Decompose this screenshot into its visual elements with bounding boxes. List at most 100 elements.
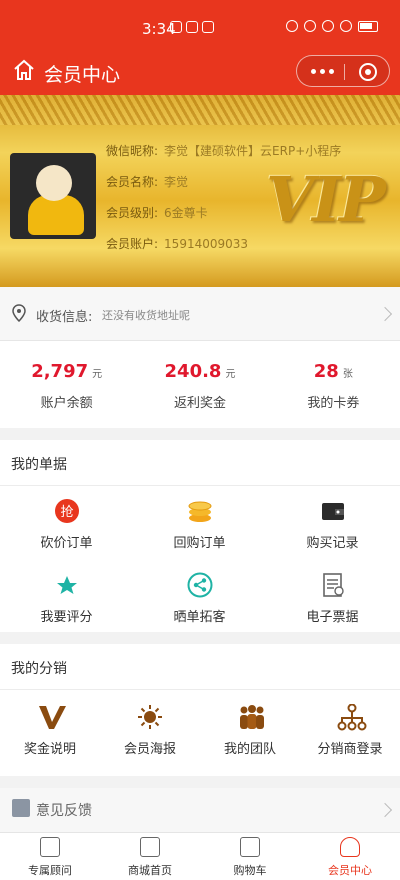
- section-title: 我的分销: [11, 661, 67, 677]
- notification-icons: [170, 21, 214, 33]
- member-name-label: 会员名称:: [106, 175, 159, 189]
- address-label: 收货信息:: [36, 310, 93, 325]
- status-bar: 3:34: [0, 0, 400, 48]
- avatar[interactable]: [10, 153, 96, 239]
- item-label: 我的团队: [223, 742, 276, 757]
- battery-icon: [358, 20, 378, 32]
- tab-advisor[interactable]: 专属顾问: [0, 833, 100, 880]
- nickname-row: 微信昵称: 李觉【建硕软件】云ERP+小程序: [106, 142, 341, 159]
- wallet-icon: [320, 498, 346, 524]
- tab-label: 专属顾问: [28, 864, 72, 877]
- share-icon: [187, 572, 213, 598]
- more-icon[interactable]: [311, 69, 334, 74]
- stat-caption: 账户余额: [40, 396, 93, 411]
- stat-balance[interactable]: 2,797 元 账户余额: [0, 341, 133, 428]
- tab-label: 购物车: [233, 864, 267, 877]
- item-label: 分销商登录: [317, 742, 383, 757]
- stat-unit: 张: [342, 369, 353, 380]
- tab-label: 会员中心: [328, 864, 372, 877]
- feedback-icon: [12, 799, 30, 817]
- stat-value: 240.8: [164, 361, 222, 382]
- dist-item-team[interactable]: 我的团队: [200, 704, 300, 757]
- item-label: 购买记录: [306, 536, 359, 551]
- dist-item-bonus-info[interactable]: 奖金说明: [0, 704, 100, 757]
- order-item-share[interactable]: 晒单拓客: [133, 572, 266, 625]
- top-bar: 3:34 会员中心: [0, 0, 400, 95]
- advisor-icon: [40, 837, 60, 857]
- chevron-right-icon: [377, 802, 393, 818]
- vip-card: 微信昵称: 李觉【建硕软件】云ERP+小程序 会员名称: 李觉 会员级别: 6金尊卡 …: [0, 95, 400, 287]
- account-stats: 2,797 元 账户余额 240.8 元 返利奖金 28 张 我的卡券: [0, 341, 400, 428]
- orders-grid: 抢 砍价订单 回购订单 购买记录 我要评分 晒单拓客 电子票据: [0, 486, 400, 632]
- chevron-right-icon: [377, 306, 393, 322]
- poster-icon: [137, 704, 163, 730]
- order-item-rate[interactable]: 我要评分: [0, 572, 133, 625]
- member-name-row: 会员名称: 李觉: [106, 173, 188, 190]
- tab-member-center[interactable]: 会员中心: [300, 833, 400, 880]
- page-title: 会员中心: [44, 64, 121, 86]
- alarm-icon: [322, 20, 334, 32]
- star-icon: [54, 572, 80, 598]
- item-label: 我要评分: [40, 610, 93, 625]
- user-icon: [340, 837, 360, 857]
- home-nav-icon[interactable]: [12, 58, 36, 82]
- svg-text:抢: 抢: [60, 504, 73, 520]
- section-title: 我的单据: [11, 457, 67, 473]
- stat-value: 2,797: [31, 361, 89, 382]
- team-icon: [237, 704, 264, 730]
- shipping-address-row[interactable]: 收货信息: 还没有收货地址呢: [0, 287, 400, 341]
- receipt-icon: [320, 572, 346, 598]
- tab-cart[interactable]: 购物车: [200, 833, 300, 880]
- member-level-label: 会员级别:: [106, 206, 159, 220]
- member-account-label: 会员账户:: [106, 237, 159, 251]
- member-name-value: 李觉: [164, 175, 189, 189]
- orders-section-header: 我的单据: [0, 440, 400, 486]
- wifi-icon: [340, 20, 352, 32]
- mini-program-capsule: [296, 55, 390, 87]
- eye-icon: [286, 20, 298, 32]
- bargain-icon: 抢: [54, 498, 80, 524]
- decorative-pattern: [0, 95, 400, 125]
- item-label: 奖金说明: [23, 742, 76, 757]
- location-pin-icon: [12, 304, 26, 322]
- bottom-tab-bar: 专属顾问 商城首页 购物车 会员中心: [0, 832, 400, 880]
- member-account-row: 会员账户: 15914009033: [106, 235, 248, 252]
- nfc-icon: [304, 20, 316, 32]
- member-account-value: 15914009033: [164, 237, 249, 251]
- stat-unit: 元: [92, 369, 103, 380]
- feedback-row[interactable]: 意见反馈: [0, 788, 400, 832]
- system-icons: [286, 20, 378, 32]
- stat-coupons[interactable]: 28 张 我的卡券: [267, 341, 400, 428]
- order-item-e-receipt[interactable]: 电子票据: [266, 572, 399, 625]
- vip-logo: VIP: [266, 163, 386, 236]
- tab-home[interactable]: 商城首页: [100, 833, 200, 880]
- cart-icon: [240, 837, 260, 857]
- nickname-value: 李觉【建硕软件】云ERP+小程序: [164, 144, 342, 158]
- stat-rebate[interactable]: 240.8 元 返利奖金: [133, 341, 266, 428]
- order-item-buyback[interactable]: 回购订单: [133, 498, 266, 551]
- distribution-section-header: 我的分销: [0, 644, 400, 690]
- order-item-bargain[interactable]: 抢 砍价订单: [0, 498, 133, 551]
- item-label: 电子票据: [306, 610, 359, 625]
- item-label: 会员海报: [123, 742, 176, 757]
- coins-icon: [187, 498, 213, 524]
- home-icon: [140, 837, 160, 857]
- feedback-label: 意见反馈: [36, 803, 92, 819]
- distribution-grid: 奖金说明 会员海报 我的团队 分销商登录: [0, 690, 400, 776]
- stat-caption: 我的卡券: [307, 396, 360, 411]
- item-label: 晒单拓客: [173, 610, 226, 625]
- nickname-label: 微信昵称:: [106, 144, 159, 158]
- stat-unit: 元: [225, 369, 236, 380]
- close-target-icon[interactable]: [359, 63, 377, 81]
- address-value: 还没有收货地址呢: [102, 309, 190, 322]
- order-item-purchase-history[interactable]: 购买记录: [266, 498, 399, 551]
- item-label: 砍价订单: [40, 536, 93, 551]
- tab-label: 商城首页: [128, 864, 172, 877]
- v-logo-icon: [37, 704, 66, 730]
- network-icon: [337, 703, 367, 731]
- item-label: 回购订单: [173, 536, 226, 551]
- stat-caption: 返利奖金: [173, 396, 226, 411]
- dist-item-poster[interactable]: 会员海报: [100, 704, 200, 757]
- member-level-value: 6金尊卡: [164, 206, 208, 220]
- dist-item-distributor-login[interactable]: 分销商登录: [300, 703, 400, 757]
